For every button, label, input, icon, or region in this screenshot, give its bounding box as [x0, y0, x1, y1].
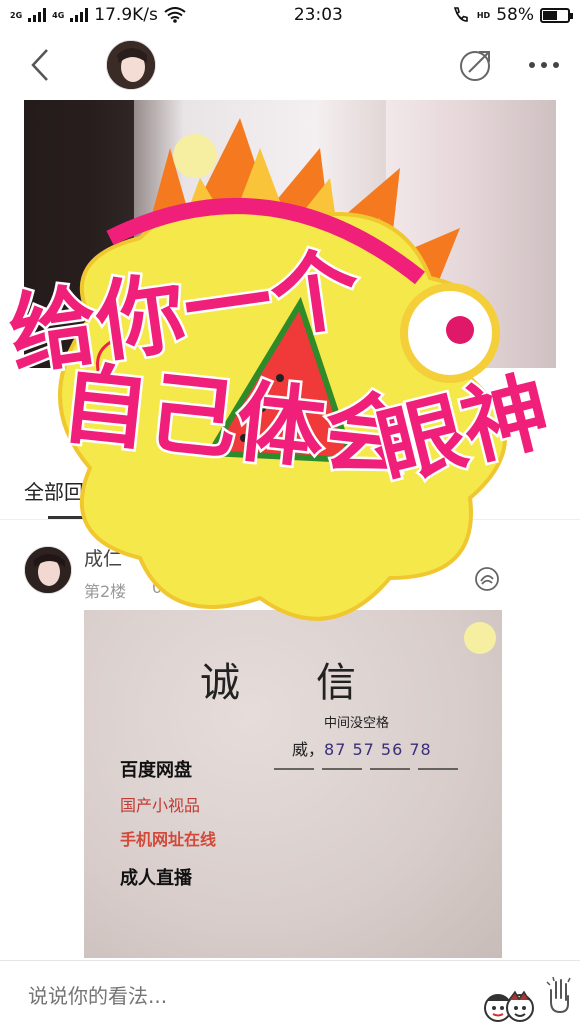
reply-header: 成仁 第2楼 02-2: [0, 520, 580, 610]
paper-item: 百度网盘: [120, 760, 192, 781]
chevron-left-icon[interactable]: [20, 45, 60, 85]
tab-active-indicator: [48, 516, 108, 519]
signal-icon: [28, 8, 47, 22]
nav-actions: [458, 47, 560, 83]
paper-title: 诚信: [200, 660, 432, 706]
paper-item: 手机网址在线: [120, 830, 217, 849]
like-hand-icon[interactable]: [544, 976, 574, 1016]
share-icon[interactable]: [458, 47, 494, 83]
author-avatar[interactable]: [106, 40, 156, 90]
hd-badge: HD: [476, 10, 491, 20]
signal-icon-2: [70, 8, 89, 22]
paper-contact: 威，87 57 56 78: [292, 736, 432, 760]
battery-percent: 58%: [496, 5, 534, 25]
comment-input[interactable]: [28, 984, 552, 1008]
wifi-icon: [164, 7, 186, 23]
reply-tab-bar: 全部回: [0, 450, 580, 520]
phone-call-icon: [453, 7, 468, 22]
tab-all-replies[interactable]: 全部回: [24, 476, 84, 505]
paper-contact-number: 87 57 56 78: [324, 740, 432, 759]
reply-avatar[interactable]: [24, 546, 72, 594]
paper-contact-prefix: 威，: [292, 740, 325, 759]
paper-item: 成人直播: [120, 868, 192, 889]
reply-options-icon[interactable]: [474, 566, 500, 592]
network-speed: 17.9K/s: [94, 5, 158, 25]
hero-photo-right: [386, 100, 556, 368]
paper-note: 中间没空格: [324, 716, 390, 731]
emoji-sticker-icon[interactable]: [482, 984, 536, 1024]
post-hero-image[interactable]: [24, 100, 556, 368]
more-horizontal-icon[interactable]: [528, 60, 560, 70]
nav-bar: [0, 30, 580, 100]
status-right: HD 58%: [451, 5, 573, 25]
battery-fill: [542, 10, 557, 20]
network-badge-4g: 4G: [52, 10, 65, 20]
hero-photo-left: [24, 100, 134, 368]
screen: 2G 4G 17.9K/s 23:03 HD 58% 全部回 成仁 第2楼 02…: [0, 0, 580, 1031]
paper-item: 国产小视品: [120, 796, 201, 815]
reply-image[interactable]: 诚信 中间没空格 威，87 57 56 78 百度网盘 国产小视品 手机网址在线…: [84, 610, 502, 958]
reply-date: 02-2: [152, 578, 189, 597]
status-bar: 2G 4G 17.9K/s 23:03 HD 58%: [0, 0, 580, 30]
network-badge-2g: 2G: [10, 10, 23, 20]
battery-icon: [539, 7, 573, 23]
paper-underline: [274, 768, 464, 770]
reply-floor: 第2楼: [84, 582, 127, 601]
clock: 23:03: [293, 5, 343, 25]
status-left: 2G 4G 17.9K/s: [10, 5, 186, 25]
reply-author-name[interactable]: 成仁: [84, 544, 122, 571]
